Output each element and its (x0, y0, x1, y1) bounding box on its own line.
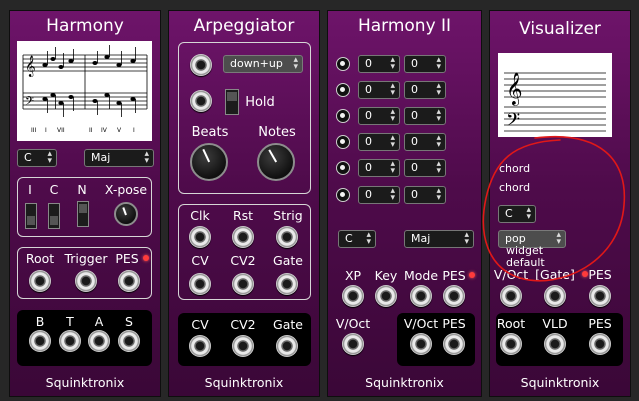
annotation-circle (482, 136, 626, 282)
